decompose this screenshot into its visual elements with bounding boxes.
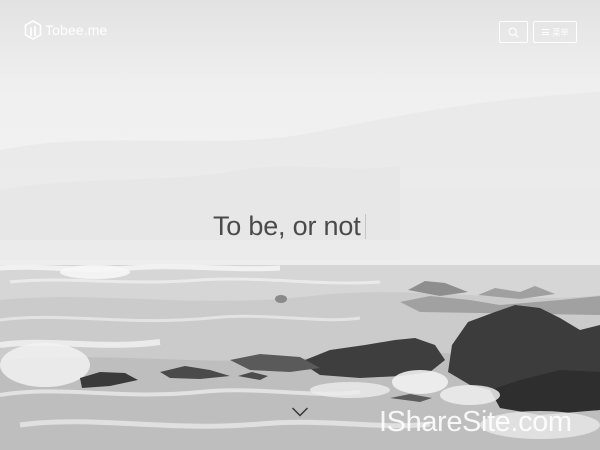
search-icon bbox=[508, 26, 519, 38]
typing-caret bbox=[364, 213, 366, 239]
search-button[interactable] bbox=[499, 21, 528, 43]
menu-label: 菜单 bbox=[552, 27, 569, 37]
chevron-down-icon[interactable] bbox=[291, 406, 309, 418]
hero-tagline-container: To be, or not bbox=[213, 209, 366, 243]
logo-text: Tobee.me bbox=[45, 22, 108, 38]
menu-icon bbox=[541, 29, 549, 35]
cube-logo-icon bbox=[24, 20, 42, 40]
site-logo[interactable]: Tobee.me bbox=[24, 20, 107, 40]
hero-section: Tobee.me 菜单 To be, or not IShareSite.com bbox=[0, 0, 600, 450]
site-header: Tobee.me 菜单 bbox=[0, 0, 600, 60]
menu-button[interactable]: 菜单 bbox=[533, 21, 577, 43]
watermark: IShareSite.com bbox=[379, 406, 572, 438]
hero-tagline: To be, or not bbox=[213, 210, 361, 241]
